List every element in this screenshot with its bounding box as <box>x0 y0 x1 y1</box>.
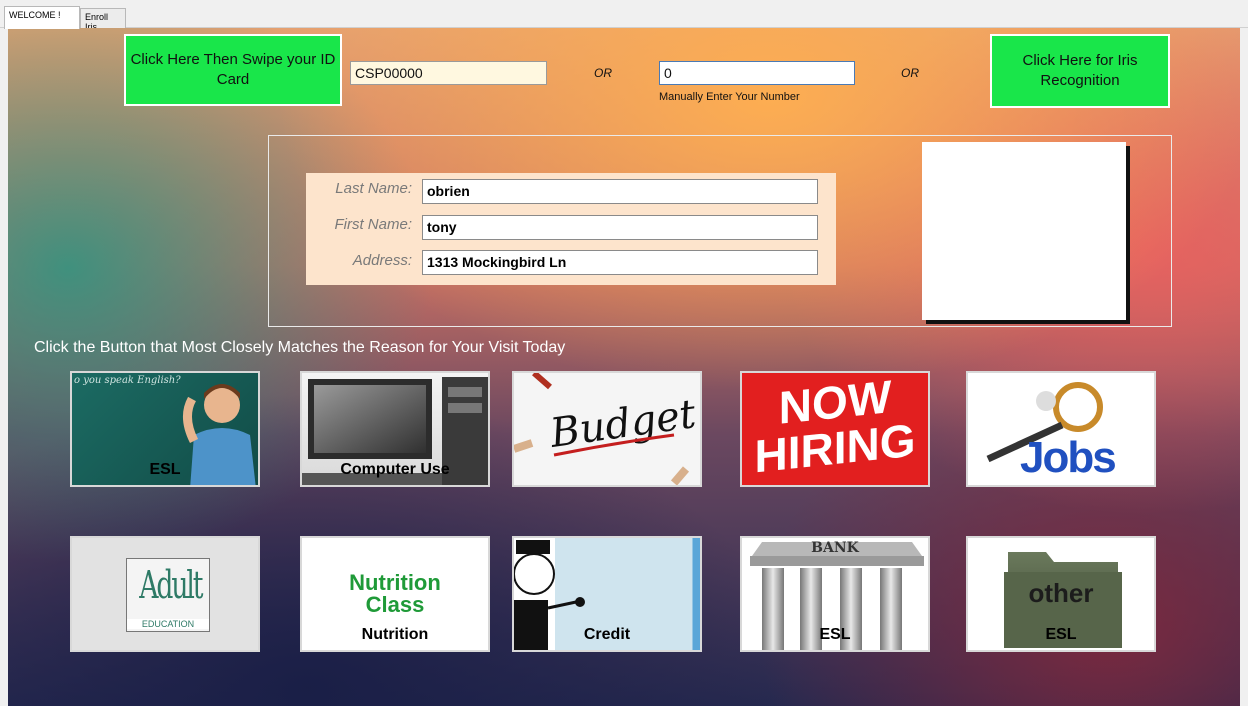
last-name-label: Last Name: <box>335 180 412 197</box>
budget-image <box>514 373 690 485</box>
manual-number-field[interactable]: 0 <box>659 61 855 85</box>
esl-tile[interactable]: o you speak English? ESL <box>70 371 260 487</box>
nutrition-tile[interactable]: Nutrition Class Nutrition <box>300 536 490 652</box>
welcome-panel: Click Here Then Swipe your ID Card CSP00… <box>8 28 1248 706</box>
swipe-id-card-button[interactable]: Click Here Then Swipe your ID Card <box>124 34 342 106</box>
chalkboard-text: o you speak English? <box>74 375 181 386</box>
first-name-field[interactable]: tony <box>422 215 818 240</box>
class-heading: Class <box>365 592 425 617</box>
computer-use-tile-label: Computer Use <box>340 461 450 478</box>
tab-strip: WELCOME ! Enroll Iris <box>0 0 1248 32</box>
credit-tile[interactable]: Credit <box>512 536 702 652</box>
nutrition-tile-label: Nutrition <box>361 626 429 643</box>
jobs-text: Jobs <box>1020 433 1117 483</box>
education-text: EDUCATION <box>127 619 209 629</box>
photo-box <box>922 142 1126 320</box>
now-hiring-tile[interactable]: NOW HIRING <box>740 371 930 487</box>
tab-welcome[interactable]: WELCOME ! <box>4 6 80 29</box>
adult-text: Adult <box>139 563 203 607</box>
other-tile[interactable]: other ESL <box>966 536 1156 652</box>
other-tile-label: ESL <box>1045 626 1077 643</box>
bank-tile-label: ESL <box>819 626 851 643</box>
first-name-label: First Name: <box>334 216 412 233</box>
bank-text: BANK <box>811 540 859 556</box>
credit-tile-label: Credit <box>583 626 631 643</box>
nutrition-heading: Nutrition <box>349 570 441 595</box>
budget-tile[interactable]: Budget <box>512 371 702 487</box>
adult-education-tile[interactable]: Adult EDUCATION <box>70 536 260 652</box>
card-number-field[interactable]: CSP00000 <box>350 61 547 85</box>
jobs-word: Jobs <box>1020 433 1117 482</box>
jobs-tile[interactable]: Jobs <box>966 371 1156 487</box>
tab-enroll-iris[interactable]: Enroll Iris <box>80 8 126 32</box>
address-field[interactable]: 1313 Mockingbird Ln <box>422 250 818 275</box>
bank-tile[interactable]: BANK ESL <box>740 536 930 652</box>
computer-use-tile[interactable]: Computer Use <box>300 371 490 487</box>
address-label: Address: <box>352 252 412 269</box>
last-name-field[interactable]: obrien <box>422 179 818 204</box>
iris-recognition-button[interactable]: Click Here for Iris Recognition <box>990 34 1170 108</box>
window-edge <box>1240 28 1248 706</box>
manual-number-hint: Manually Enter Your Number <box>659 91 800 103</box>
esl-tile-label: ESL <box>149 461 181 478</box>
adult-education-logo: Adult EDUCATION <box>126 558 210 632</box>
or-label-1: OR <box>594 66 612 80</box>
or-label-2: OR <box>901 66 919 80</box>
other-text: other <box>1028 578 1094 608</box>
visit-reason-prompt: Click the Button that Most Closely Match… <box>34 339 566 356</box>
